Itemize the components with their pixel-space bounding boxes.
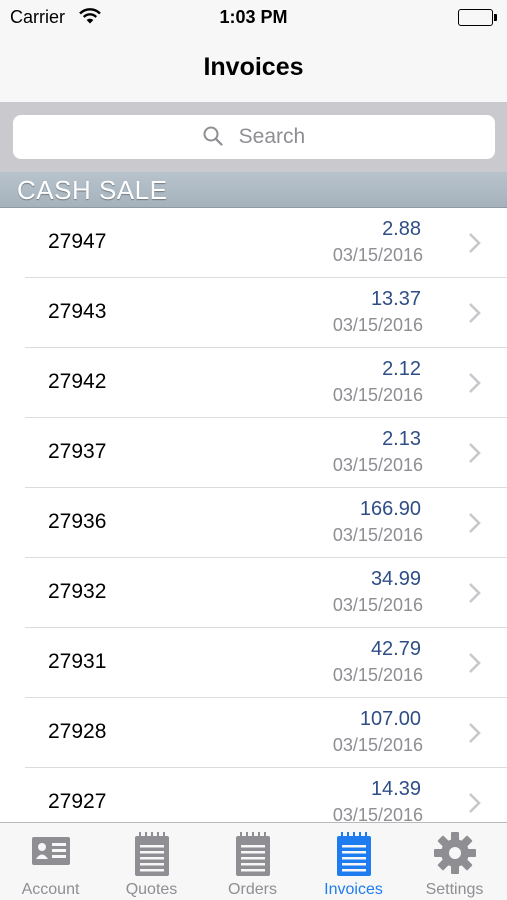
invoice-row[interactable]: 27928 107.00 03/15/2016 — [0, 698, 507, 768]
tab-account[interactable]: Account — [0, 823, 101, 900]
page-title: Invoices — [203, 53, 304, 81]
invoice-date: 03/15/2016 — [332, 805, 423, 822]
chevron-right-icon — [468, 652, 482, 679]
tab-invoices[interactable]: Invoices — [303, 823, 404, 900]
invoice-number: 27937 — [48, 440, 107, 463]
tab-label: Orders — [228, 881, 277, 898]
invoice-amount: 107.00 — [359, 708, 421, 730]
invoice-amount: 2.88 — [382, 218, 421, 240]
chevron-right-icon — [468, 722, 482, 749]
invoice-number: 27927 — [48, 790, 107, 813]
notepad-icon — [202, 831, 303, 882]
chevron-right-icon — [468, 792, 482, 819]
invoice-row[interactable]: 27943 13.37 03/15/2016 — [0, 278, 507, 348]
invoice-date: 03/15/2016 — [332, 525, 423, 545]
account-card-icon — [0, 831, 101, 876]
invoice-amount: 2.12 — [382, 358, 421, 380]
gear-icon — [404, 831, 505, 880]
invoice-number: 27936 — [48, 510, 107, 533]
invoice-date: 03/15/2016 — [332, 665, 423, 685]
chevron-right-icon — [468, 232, 482, 259]
invoice-row[interactable]: 27942 2.12 03/15/2016 — [0, 348, 507, 418]
status-time: 1:03 PM — [219, 7, 288, 27]
search-placeholder: Search — [238, 125, 306, 148]
invoice-date: 03/15/2016 — [332, 455, 423, 475]
chevron-right-icon — [468, 442, 482, 469]
invoice-row[interactable]: 27927 14.39 03/15/2016 — [0, 768, 507, 822]
invoice-amount: 13.37 — [370, 288, 421, 310]
search-bar: Search — [0, 102, 507, 172]
chevron-right-icon — [468, 512, 482, 539]
invoice-date: 03/15/2016 — [332, 385, 423, 405]
section-header: CASH SALE — [0, 172, 507, 208]
invoice-row[interactable]: 27937 2.13 03/15/2016 — [0, 418, 507, 488]
tab-label: Invoices — [324, 881, 383, 898]
invoice-list: 27947 2.88 03/15/2016 27943 13.37 03/15/… — [0, 208, 507, 822]
invoice-amount: 14.39 — [370, 778, 421, 800]
chevron-right-icon — [468, 582, 482, 609]
invoice-date: 03/15/2016 — [332, 245, 423, 265]
invoice-amount: 2.13 — [382, 428, 421, 450]
invoice-amount: 42.79 — [370, 638, 421, 660]
invoice-amount: 34.99 — [370, 568, 421, 590]
status-bar: Carrier 1:03 PM — [0, 0, 507, 36]
invoice-date: 03/15/2016 — [332, 735, 423, 755]
tab-label: Account — [21, 881, 80, 898]
tab-label: Settings — [425, 881, 484, 898]
notepad-icon — [101, 831, 202, 882]
invoice-number: 27928 — [48, 720, 107, 743]
invoice-number: 27943 — [48, 300, 107, 323]
invoice-row[interactable]: 27931 42.79 03/15/2016 — [0, 628, 507, 698]
invoice-date: 03/15/2016 — [332, 315, 423, 335]
invoice-row[interactable]: 27947 2.88 03/15/2016 — [0, 208, 507, 278]
chevron-right-icon — [468, 372, 482, 399]
invoice-number: 27942 — [48, 370, 107, 393]
tab-orders[interactable]: Orders — [202, 823, 303, 900]
chevron-right-icon — [468, 302, 482, 329]
navigation-bar: Invoices — [0, 36, 507, 102]
search-input[interactable]: Search — [13, 115, 495, 159]
invoice-number: 27931 — [48, 650, 107, 673]
tab-quotes[interactable]: Quotes — [101, 823, 202, 900]
tab-bar: Account Quotes Orders Invoices Settings — [0, 822, 507, 900]
invoice-row[interactable]: 27936 166.90 03/15/2016 — [0, 488, 507, 558]
invoice-date: 03/15/2016 — [332, 595, 423, 615]
search-icon — [203, 125, 239, 148]
section-title: CASH SALE — [17, 175, 168, 205]
invoice-row[interactable]: 27932 34.99 03/15/2016 — [0, 558, 507, 628]
notepad-icon — [303, 831, 404, 882]
invoice-number: 27932 — [48, 580, 107, 603]
invoice-number: 27947 — [48, 230, 107, 253]
battery-icon — [458, 9, 497, 26]
tab-label: Quotes — [125, 881, 178, 898]
tab-settings[interactable]: Settings — [404, 823, 505, 900]
invoice-amount: 166.90 — [359, 498, 421, 520]
